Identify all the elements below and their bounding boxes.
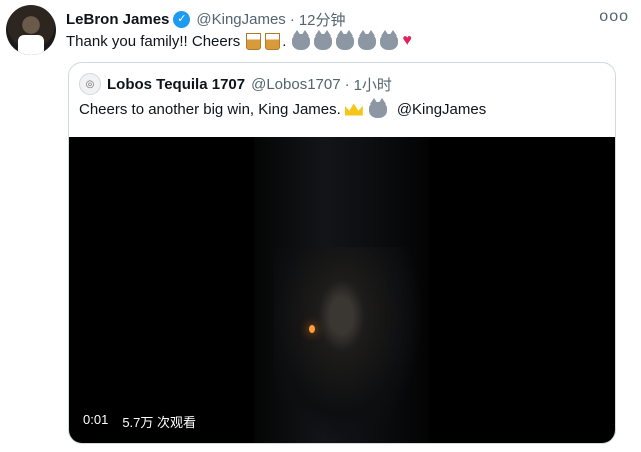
wolf-face-icon xyxy=(368,97,387,118)
video-player[interactable]: 0:01 5.7万 次观看 xyxy=(69,137,615,443)
author-avatar[interactable] xyxy=(6,5,56,55)
video-frame-flame xyxy=(309,325,315,333)
quoted-author-name[interactable]: Lobos Tequila 1707 xyxy=(107,76,245,93)
wolf-face-icon xyxy=(290,29,400,50)
quoted-tweet[interactable]: ◎ Lobos Tequila 1707 @Lobos1707 · 1小时 Ch… xyxy=(68,62,616,444)
crown-icon xyxy=(344,103,363,116)
mention-link[interactable]: @KingJames xyxy=(397,101,486,118)
quoted-author-handle[interactable]: @Lobos1707 xyxy=(251,76,340,93)
author-handle[interactable]: @KingJames xyxy=(196,11,285,28)
tweet-text-body: Thank you family!! Cheers xyxy=(66,32,241,50)
quoted-tweet-header: ◎ Lobos Tequila 1707 @Lobos1707 · 1小时 xyxy=(79,73,392,95)
more-options-icon[interactable]: ooo xyxy=(599,8,629,26)
tweet-text-period: . xyxy=(282,32,287,50)
quoted-tweet-text: Cheers to another big win, King James. @… xyxy=(79,97,486,118)
separator-dot: · xyxy=(344,75,350,93)
video-frame-figure xyxy=(274,247,424,443)
red-heart-icon: ♥ xyxy=(402,32,412,49)
tweet-header: LeBron James ✓ @KingJames · 12分钟 xyxy=(66,8,346,30)
video-duration: 0:01 xyxy=(83,412,109,427)
quoted-timestamp[interactable]: 1小时 xyxy=(354,74,392,95)
verified-badge-icon: ✓ xyxy=(173,10,191,28)
avatar-jersey xyxy=(18,35,44,55)
video-view-count: 5.7万 次观看 xyxy=(122,415,196,430)
quoted-text-body: Cheers to another big win, King James. xyxy=(79,101,341,118)
video-meta: 0:01 5.7万 次观看 xyxy=(83,412,196,431)
quoted-author-avatar[interactable]: ◎ xyxy=(79,73,101,95)
author-name[interactable]: LeBron James xyxy=(66,11,169,28)
tweet-text: Thank you family!! Cheers . ♥ xyxy=(66,29,412,50)
tumbler-glass-icon xyxy=(244,32,282,50)
tweet[interactable]: LeBron James ✓ @KingJames · 12分钟 ooo Tha… xyxy=(0,0,641,452)
separator-dot: · xyxy=(289,10,295,28)
tweet-timestamp[interactable]: 12分钟 xyxy=(299,9,346,30)
